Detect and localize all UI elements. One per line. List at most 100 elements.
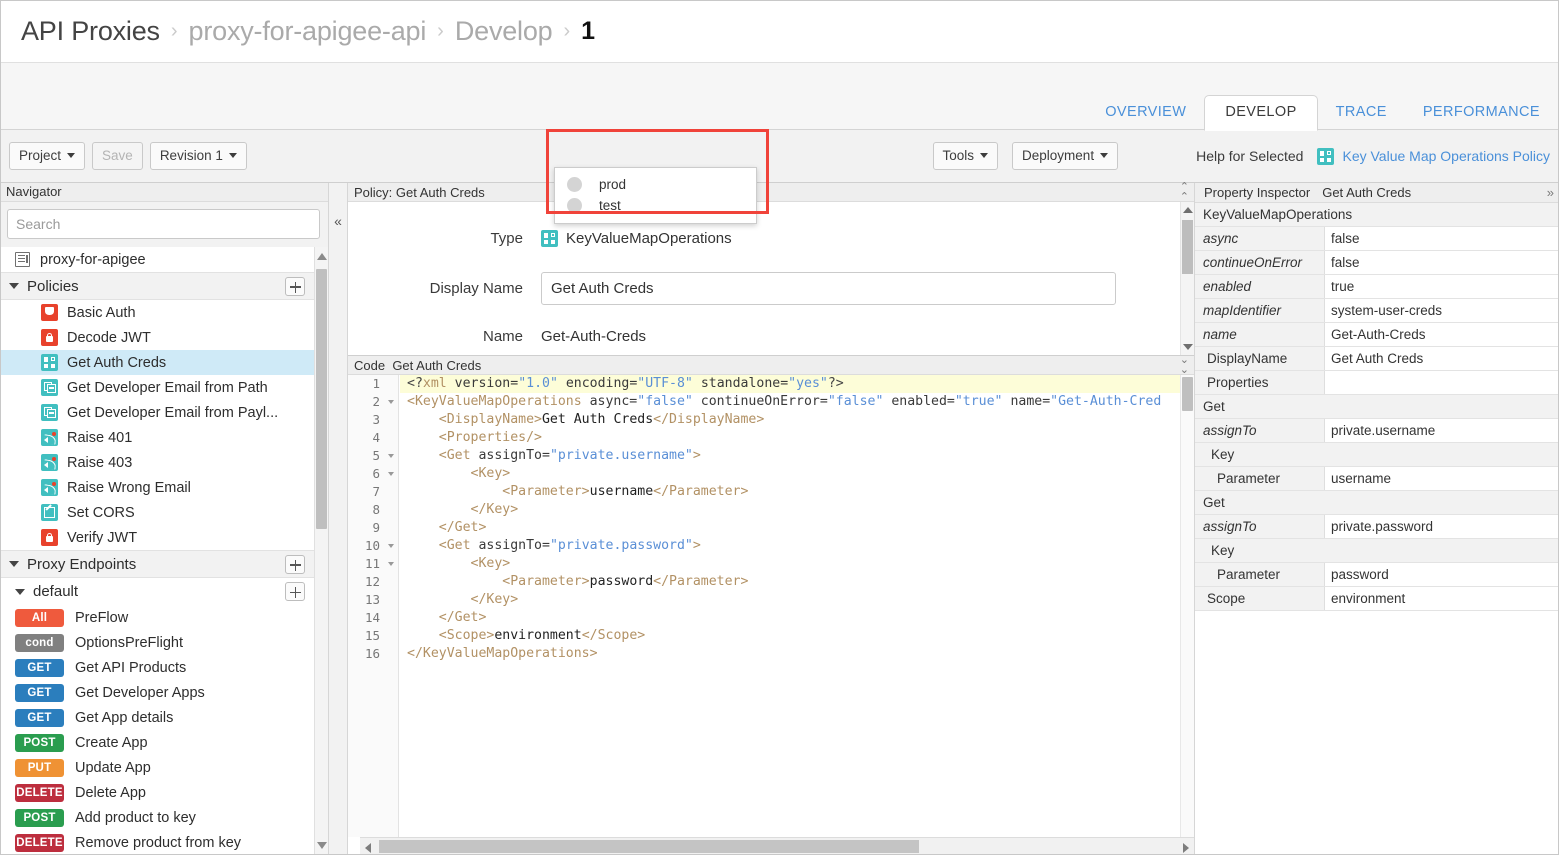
- tools-menu-button[interactable]: Tools: [932, 142, 999, 170]
- revision-menu-button[interactable]: Revision 1: [149, 142, 247, 170]
- code-line[interactable]: <?xml version="1.0" encoding="UTF-8" sta…: [400, 375, 1180, 393]
- property-value[interactable]: password: [1325, 563, 1558, 586]
- scroll-up-icon[interactable]: [317, 253, 327, 260]
- tree-item-policy-basic-auth[interactable]: Basic Auth: [1, 300, 314, 325]
- property-value[interactable]: [1325, 371, 1558, 394]
- tree-item-flow-get-app-details[interactable]: GET Get App details: [1, 705, 314, 730]
- property-value[interactable]: false: [1325, 251, 1558, 274]
- code-line[interactable]: <Get assignTo="private.username">: [400, 447, 1180, 465]
- scroll-down-icon[interactable]: [317, 842, 327, 849]
- fold-triangle-icon[interactable]: [388, 400, 394, 404]
- property-value[interactable]: private.username: [1325, 419, 1558, 442]
- tree-item-policy-raise-403[interactable]: Raise 403: [1, 450, 314, 475]
- scroll-right-icon[interactable]: [1183, 842, 1189, 853]
- deployment-option-prod[interactable]: prod: [555, 174, 756, 195]
- expand-right-icon[interactable]: »: [1547, 186, 1554, 199]
- property-value[interactable]: username: [1325, 467, 1558, 490]
- deployment-option-test[interactable]: test: [555, 195, 756, 216]
- tab-trace[interactable]: TRACE: [1318, 95, 1405, 130]
- tree-group-proxy-endpoints[interactable]: Proxy Endpoints: [1, 550, 314, 578]
- scrollbar-thumb[interactable]: [316, 269, 327, 529]
- property-value[interactable]: Get-Auth-Creds: [1325, 323, 1558, 346]
- code-line[interactable]: </Key>: [400, 591, 1180, 609]
- add-proxy-endpoint-button[interactable]: [285, 554, 305, 574]
- help-policy-link[interactable]: Key Value Map Operations Policy: [1342, 148, 1550, 164]
- tree-item-flow-update-app[interactable]: PUT Update App: [1, 755, 314, 780]
- display-name-input[interactable]: [541, 272, 1116, 305]
- tree-item-proxy-root[interactable]: proxy-for-apigee: [1, 247, 314, 272]
- fold-triangle-icon[interactable]: [388, 544, 394, 548]
- tree-item-policy-get-dev-email-payload[interactable]: Get Developer Email from Payl...: [1, 400, 314, 425]
- policy-detail-scrollbar[interactable]: [1180, 202, 1194, 355]
- tree-item-flow-get-api-products[interactable]: GET Get API Products: [1, 655, 314, 680]
- code-line[interactable]: <KeyValueMapOperations async="false" con…: [400, 393, 1180, 411]
- tree-item-flow-create-app[interactable]: POST Create App: [1, 730, 314, 755]
- code-line[interactable]: <Parameter>username</Parameter>: [400, 483, 1180, 501]
- scroll-left-icon[interactable]: [365, 842, 371, 853]
- code-line[interactable]: <Properties/>: [400, 429, 1180, 447]
- tree-item-endpoint-default[interactable]: default: [1, 578, 314, 605]
- search-input[interactable]: [7, 209, 320, 239]
- tree-item-flow-preflow[interactable]: All PreFlow: [1, 605, 314, 630]
- tree-item-flow-get-developer-apps[interactable]: GET Get Developer Apps: [1, 680, 314, 705]
- tab-performance[interactable]: PERFORMANCE: [1405, 95, 1558, 130]
- code-line[interactable]: <Key>: [400, 465, 1180, 483]
- property-value[interactable]: false: [1325, 227, 1558, 250]
- scrollbar-thumb[interactable]: [1182, 220, 1193, 274]
- fold-triangle-icon[interactable]: [388, 472, 394, 476]
- property-value[interactable]: environment: [1325, 587, 1558, 610]
- tree-item-flow-remove-product-from-key[interactable]: DELETE Remove product from key: [1, 830, 314, 854]
- add-flow-button[interactable]: [285, 582, 305, 601]
- code-line[interactable]: <Scope>environment</Scope>: [400, 627, 1180, 645]
- tab-develop[interactable]: DEVELOP: [1204, 95, 1318, 131]
- scroll-up-icon[interactable]: [1183, 207, 1193, 213]
- property-value[interactable]: private.password: [1325, 515, 1558, 538]
- collapse-down-icon[interactable]: ⌄ ⌄: [1180, 355, 1189, 376]
- code-lines[interactable]: <?xml version="1.0" encoding="UTF-8" sta…: [400, 375, 1180, 837]
- code-line[interactable]: </Get>: [400, 519, 1180, 537]
- collapse-navigator-button[interactable]: «: [329, 183, 348, 854]
- code-line[interactable]: </Key>: [400, 501, 1180, 519]
- breadcrumb-item-develop[interactable]: Develop: [455, 16, 553, 47]
- code-line[interactable]: </KeyValueMapOperations>: [400, 645, 1180, 663]
- xml-code-editor[interactable]: 1 2 3 4 5 6 7 8 9 10 11 12 13 14 15 16 <?xml version="1…: [348, 375, 1194, 854]
- code-body[interactable]: 1 2 3 4 5 6 7 8 9 10 11 12 13 14 15 16 <?xml version="1…: [348, 375, 1194, 837]
- property-value[interactable]: Get Auth Creds: [1325, 347, 1558, 370]
- fold-triangle-icon[interactable]: [388, 454, 394, 458]
- tree-item-policy-raise-401[interactable]: Raise 401: [1, 425, 314, 450]
- tree-item-policy-get-dev-email-path[interactable]: Get Developer Email from Path: [1, 375, 314, 400]
- code-line[interactable]: <Get assignTo="private.password">: [400, 537, 1180, 555]
- code-line[interactable]: </Get>: [400, 609, 1180, 627]
- property-value[interactable]: system-user-creds: [1325, 299, 1558, 322]
- code-scrollbar-vertical[interactable]: [1180, 375, 1194, 837]
- tree-item-policy-set-cors[interactable]: Set CORS: [1, 500, 314, 525]
- collapse-up-icon[interactable]: ⌃ ⌃: [1180, 182, 1189, 203]
- deployment-dropdown-menu[interactable]: prod test: [554, 167, 757, 224]
- code-line[interactable]: <Key>: [400, 555, 1180, 573]
- tree-item-flow-delete-app[interactable]: DELETE Delete App: [1, 780, 314, 805]
- tree-item-policy-decode-jwt[interactable]: Decode JWT: [1, 325, 314, 350]
- scroll-down-icon[interactable]: [1183, 344, 1193, 350]
- scrollbar-thumb[interactable]: [1182, 377, 1193, 411]
- project-menu-button[interactable]: Project: [9, 142, 86, 170]
- fold-triangle-icon[interactable]: [388, 562, 394, 566]
- property-row: Scope environment: [1195, 587, 1558, 611]
- property-value[interactable]: true: [1325, 275, 1558, 298]
- code-scrollbar-horizontal[interactable]: [360, 837, 1194, 854]
- code-line[interactable]: <Parameter>password</Parameter>: [400, 573, 1180, 591]
- deployment-menu-button[interactable]: Deployment: [1012, 142, 1119, 170]
- add-policy-button[interactable]: [285, 276, 305, 296]
- breadcrumb-item-api-proxies[interactable]: API Proxies: [21, 16, 160, 47]
- tree-item-policy-get-auth-creds[interactable]: Get Auth Creds: [1, 350, 314, 375]
- breadcrumb-item-proxy-name[interactable]: proxy-for-apigee-api: [189, 16, 427, 47]
- tree-item-policy-verify-jwt[interactable]: Verify JWT: [1, 525, 314, 550]
- tree-item-flow-optionspreflight[interactable]: cond OptionsPreFlight: [1, 630, 314, 655]
- tree-group-policies[interactable]: Policies: [1, 272, 314, 300]
- navigator-scrollbar[interactable]: [314, 247, 328, 854]
- tab-overview[interactable]: OVERVIEW: [1087, 95, 1204, 130]
- tree-item-flow-add-product-to-key[interactable]: POST Add product to key: [1, 805, 314, 830]
- save-button[interactable]: Save: [92, 142, 143, 170]
- tree-item-policy-raise-wrong-email[interactable]: Raise Wrong Email: [1, 475, 314, 500]
- scrollbar-thumb[interactable]: [379, 840, 919, 853]
- code-line[interactable]: <DisplayName>Get Auth Creds</DisplayName…: [400, 411, 1180, 429]
